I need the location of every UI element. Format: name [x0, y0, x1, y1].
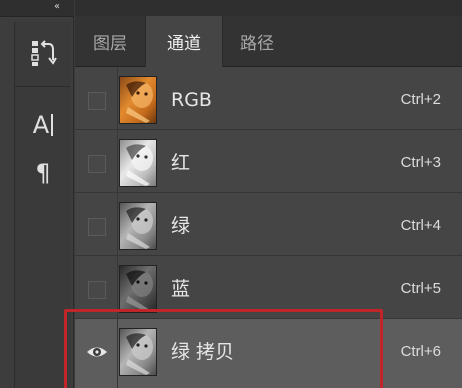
tool-group-divider	[14, 86, 70, 87]
paragraph-button[interactable]: ¶	[26, 156, 60, 190]
channel-shortcut: Ctrl+2	[400, 91, 441, 108]
visibility-toggle[interactable]	[88, 155, 106, 173]
channel-shortcut: Ctrl+3	[400, 154, 441, 171]
character-button[interactable]: A	[26, 108, 60, 142]
channel-name: 蓝	[171, 278, 191, 300]
tool-strip-header: ‹‹	[0, 0, 74, 17]
visibility-toggle[interactable]	[88, 92, 106, 110]
channels-panel-window: ‹‹ A ¶ 图层 通道 路径 RGB Ctrl+2 红 Ctrl+3 绿 Ct…	[0, 0, 462, 388]
channel-row-rgb[interactable]: RGB Ctrl+2	[75, 67, 462, 130]
channels-panel: 图层 通道 路径 RGB Ctrl+2 红 Ctrl+3 绿 Ctrl+4 蓝 …	[64, 0, 462, 388]
channel-thumbnail	[119, 265, 157, 313]
tool-strip: ‹‹ A ¶	[0, 0, 74, 388]
channel-row-green[interactable]: 绿 Ctrl+4	[75, 193, 462, 256]
row-divider	[117, 193, 118, 256]
channel-name: 红	[171, 152, 191, 174]
tab-channels[interactable]: 通道	[145, 16, 223, 67]
channel-row-green-copy[interactable]: 绿 拷贝 Ctrl+6	[75, 319, 462, 388]
channel-thumbnail	[119, 202, 157, 250]
tool-column	[14, 22, 71, 388]
visibility-toggle[interactable]	[88, 281, 106, 299]
panel-tabs: 图层 通道 路径	[75, 16, 462, 67]
channel-thumbnail	[119, 76, 157, 124]
collapse-panels-icon[interactable]: ‹‹	[48, 0, 64, 14]
channel-shortcut: Ctrl+4	[400, 217, 441, 234]
row-divider	[117, 67, 118, 130]
channel-thumbnail	[119, 328, 157, 376]
history-icon	[31, 40, 57, 66]
channel-shortcut: Ctrl+6	[400, 343, 441, 360]
history-button[interactable]	[26, 36, 60, 70]
row-divider	[117, 256, 118, 319]
channel-thumbnail	[119, 139, 157, 187]
tab-paths[interactable]: 路径	[223, 16, 291, 66]
channel-shortcut: Ctrl+5	[400, 280, 441, 297]
channel-row-red[interactable]: 红 Ctrl+3	[75, 130, 462, 193]
panel-header	[75, 0, 462, 16]
paragraph-icon: ¶	[35, 159, 51, 187]
row-divider	[117, 130, 118, 193]
visibility-toggle[interactable]	[88, 218, 106, 236]
row-divider	[117, 319, 118, 388]
eye-icon[interactable]	[85, 342, 109, 362]
channel-name: RGB	[171, 89, 212, 111]
channel-name: 绿 拷贝	[171, 341, 235, 363]
tab-layers[interactable]: 图层	[75, 16, 145, 66]
character-icon: A	[33, 113, 54, 137]
channel-row-blue[interactable]: 蓝 Ctrl+5	[75, 256, 462, 319]
channel-name: 绿	[171, 215, 191, 237]
